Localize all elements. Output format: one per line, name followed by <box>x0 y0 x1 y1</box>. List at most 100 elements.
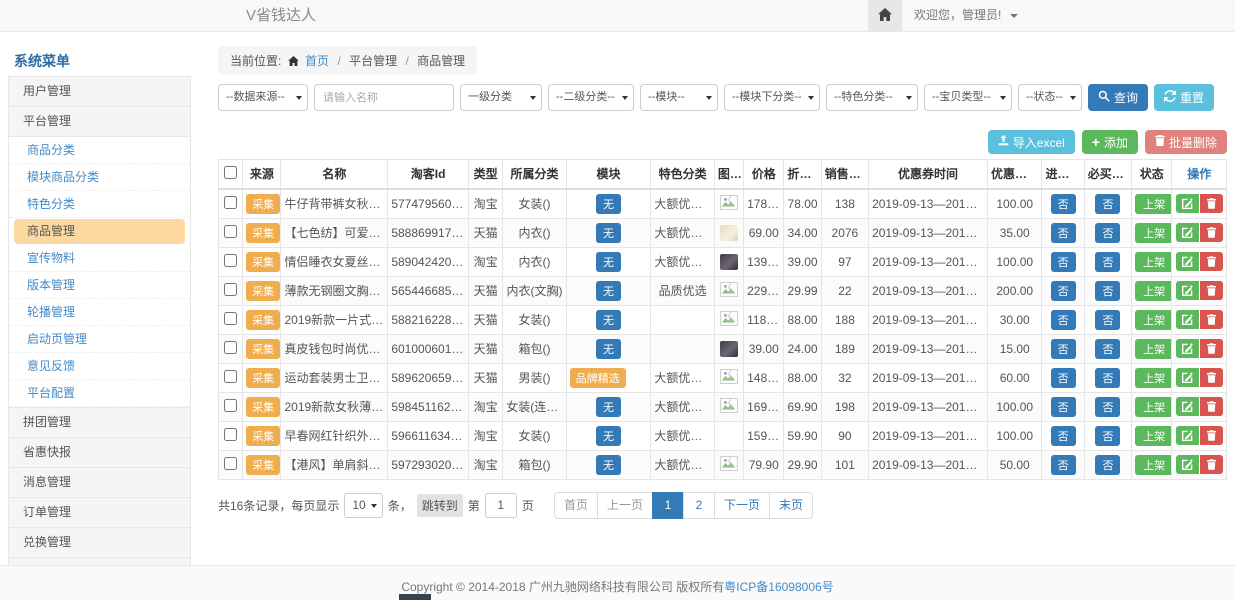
edit-button[interactable] <box>1176 223 1199 242</box>
sidebar-submenu-item[interactable]: 商品分类 <box>9 137 190 164</box>
import-optimal-toggle[interactable]: 否 <box>1051 426 1076 446</box>
must-buy-toggle[interactable]: 否 <box>1095 252 1120 272</box>
row-checkbox[interactable] <box>224 457 237 470</box>
sidebar-submenu-item[interactable]: 模块商品分类 <box>9 164 190 191</box>
edit-button[interactable] <box>1176 368 1199 387</box>
edit-button[interactable] <box>1176 194 1199 213</box>
row-checkbox[interactable] <box>224 370 237 383</box>
module-subcategory-filter[interactable]: --模块下分类-- <box>724 84 820 111</box>
status-button[interactable]: 上架 <box>1135 252 1172 272</box>
sidebar-menu-item[interactable]: 结算管理 <box>8 557 191 565</box>
status-button[interactable]: 上架 <box>1135 223 1172 243</box>
must-buy-toggle[interactable]: 否 <box>1095 397 1120 417</box>
pager-button[interactable]: 首页 <box>554 492 598 519</box>
data-source-filter[interactable]: --数据来源-- <box>218 84 308 111</box>
sidebar-submenu-item[interactable]: 平台配置 <box>9 380 190 407</box>
import-optimal-toggle[interactable]: 否 <box>1051 281 1076 301</box>
import-optimal-toggle[interactable]: 否 <box>1051 368 1076 388</box>
sidebar-menu-item[interactable]: 用户管理 <box>8 76 191 106</box>
delete-button[interactable] <box>1200 310 1223 329</box>
delete-button[interactable] <box>1200 339 1223 358</box>
search-button[interactable]: 查询 <box>1088 84 1148 111</box>
import-optimal-toggle[interactable]: 否 <box>1051 194 1076 214</box>
must-buy-toggle[interactable]: 否 <box>1095 281 1120 301</box>
row-checkbox[interactable] <box>224 225 237 238</box>
delete-button[interactable] <box>1200 368 1223 387</box>
status-button[interactable]: 上架 <box>1135 455 1172 475</box>
edit-button[interactable] <box>1176 455 1199 474</box>
import-optimal-toggle[interactable]: 否 <box>1051 339 1076 359</box>
select-all-checkbox[interactable] <box>224 166 237 179</box>
sidebar-submenu-item[interactable]: 版本管理 <box>9 272 190 299</box>
pager-button[interactable]: 1 <box>652 492 684 519</box>
sidebar-submenu-item[interactable]: 宣传物料 <box>9 245 190 272</box>
row-checkbox[interactable] <box>224 399 237 412</box>
name-search-input[interactable] <box>314 84 454 111</box>
status-button[interactable]: 上架 <box>1135 397 1172 417</box>
sidebar-menu-item[interactable]: 订单管理 <box>8 497 191 527</box>
user-menu[interactable]: 欢迎您，管理员! <box>914 0 1018 31</box>
status-button[interactable]: 上架 <box>1135 426 1172 446</box>
import-optimal-toggle[interactable]: 否 <box>1051 455 1076 475</box>
delete-button[interactable] <box>1200 397 1223 416</box>
sidebar-menu-item[interactable]: 平台管理 <box>8 106 191 136</box>
pager-button[interactable]: 2 <box>683 492 715 519</box>
must-buy-toggle[interactable]: 否 <box>1095 455 1120 475</box>
import-optimal-toggle[interactable]: 否 <box>1051 310 1076 330</box>
row-checkbox[interactable] <box>224 341 237 354</box>
scrollbar-thumb[interactable] <box>399 594 431 600</box>
page-number-input[interactable] <box>485 493 517 518</box>
status-filter[interactable]: --状态-- <box>1018 84 1082 111</box>
level1-category-filter[interactable]: 一级分类 <box>460 84 542 111</box>
row-checkbox[interactable] <box>224 283 237 296</box>
pager-button[interactable]: 下一页 <box>714 492 770 519</box>
icp-link[interactable]: 粤ICP备16098006号 <box>724 580 833 594</box>
status-button[interactable]: 上架 <box>1135 194 1172 214</box>
must-buy-toggle[interactable]: 否 <box>1095 426 1120 446</box>
edit-button[interactable] <box>1176 397 1199 416</box>
delete-button[interactable] <box>1200 194 1223 213</box>
edit-button[interactable] <box>1176 339 1199 358</box>
row-checkbox[interactable] <box>224 196 237 209</box>
delete-button[interactable] <box>1200 281 1223 300</box>
level2-category-filter[interactable]: --二级分类-- <box>548 84 634 111</box>
module-filter[interactable]: --模块-- <box>640 84 718 111</box>
page-size-select[interactable]: 10 <box>344 493 382 518</box>
must-buy-toggle[interactable]: 否 <box>1095 368 1120 388</box>
sidebar-submenu-item[interactable]: 启动页管理 <box>9 326 190 353</box>
import-optimal-toggle[interactable]: 否 <box>1051 252 1076 272</box>
import-optimal-toggle[interactable]: 否 <box>1051 397 1076 417</box>
edit-button[interactable] <box>1176 310 1199 329</box>
row-checkbox[interactable] <box>224 254 237 267</box>
sidebar-submenu-item[interactable]: 商品管理 <box>14 219 185 244</box>
breadcrumb-home-link[interactable]: 首页 <box>305 54 329 68</box>
delete-button[interactable] <box>1200 252 1223 271</box>
row-checkbox[interactable] <box>224 428 237 441</box>
delete-button[interactable] <box>1200 223 1223 242</box>
must-buy-toggle[interactable]: 否 <box>1095 310 1120 330</box>
feature-category-filter[interactable]: --特色分类-- <box>826 84 918 111</box>
delete-button[interactable] <box>1200 455 1223 474</box>
batch-delete-button[interactable]: 批量删除 <box>1145 130 1227 154</box>
must-buy-toggle[interactable]: 否 <box>1095 223 1120 243</box>
item-type-filter[interactable]: --宝贝类型-- <box>924 84 1012 111</box>
status-button[interactable]: 上架 <box>1135 368 1172 388</box>
import-excel-button[interactable]: 导入excel <box>988 130 1075 154</box>
jump-button[interactable]: 跳转到 <box>417 494 463 517</box>
pager-button[interactable]: 末页 <box>769 492 813 519</box>
sidebar-submenu-item[interactable]: 轮播管理 <box>9 299 190 326</box>
edit-button[interactable] <box>1176 426 1199 445</box>
sidebar-menu-item[interactable]: 消息管理 <box>8 467 191 497</box>
sidebar-menu-item[interactable]: 省惠快报 <box>8 437 191 467</box>
sidebar-submenu-item[interactable]: 意见反馈 <box>9 353 190 380</box>
status-button[interactable]: 上架 <box>1135 339 1172 359</box>
edit-button[interactable] <box>1176 281 1199 300</box>
import-optimal-toggle[interactable]: 否 <box>1051 223 1076 243</box>
sidebar-menu-item[interactable]: 拼团管理 <box>8 407 191 437</box>
must-buy-toggle[interactable]: 否 <box>1095 194 1120 214</box>
pager-button[interactable]: 上一页 <box>597 492 653 519</box>
add-button[interactable]: + 添加 <box>1082 130 1138 154</box>
status-button[interactable]: 上架 <box>1135 310 1172 330</box>
sidebar-menu-item[interactable]: 兑换管理 <box>8 527 191 557</box>
home-button[interactable] <box>868 0 902 31</box>
